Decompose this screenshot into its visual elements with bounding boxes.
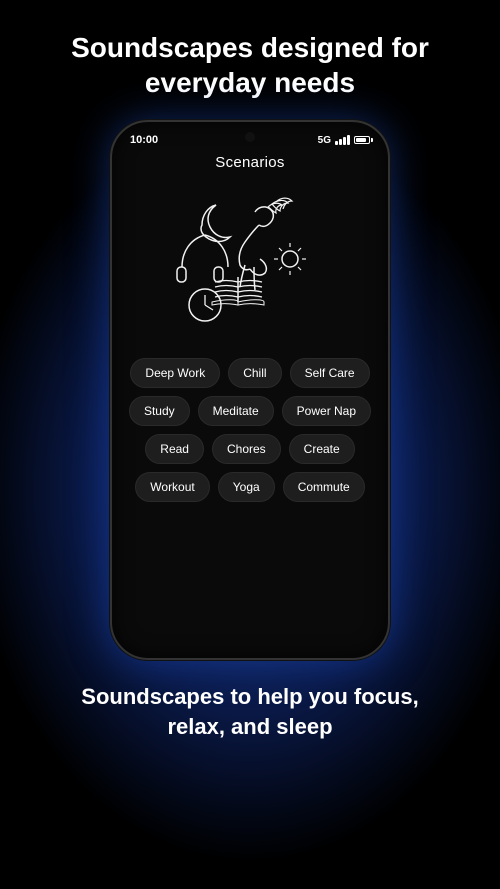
tag-read[interactable]: Read — [145, 434, 204, 464]
tags-row-3: Read Chores Create — [145, 434, 354, 464]
illustration-area — [112, 179, 388, 354]
screen-title: Scenarios — [112, 150, 388, 179]
mute-button — [110, 202, 112, 227]
tag-power-nap[interactable]: Power Nap — [282, 396, 371, 426]
time-display: 10:00 — [130, 134, 158, 146]
tags-row-2: Study Meditate Power Nap — [129, 396, 371, 426]
tag-create[interactable]: Create — [289, 434, 355, 464]
tags-row-1: Deep Work Chill Self Care — [130, 358, 369, 388]
tag-deep-work[interactable]: Deep Work — [130, 358, 220, 388]
tag-self-care[interactable]: Self Care — [290, 358, 370, 388]
signal-icon — [335, 135, 350, 145]
phone-frame: 10:00 5G Scenarios — [110, 120, 390, 660]
phone-container: 10:00 5G Scenarios — [0, 120, 500, 660]
tag-study[interactable]: Study — [129, 396, 190, 426]
tag-chill[interactable]: Chill — [228, 358, 281, 388]
tag-commute[interactable]: Commute — [283, 472, 365, 502]
tag-yoga[interactable]: Yoga — [218, 472, 275, 502]
status-bar: 10:00 5G — [112, 122, 388, 150]
scenario-illustration — [150, 187, 350, 347]
volume-up-button — [110, 237, 112, 277]
tag-workout[interactable]: Workout — [135, 472, 209, 502]
tag-meditate[interactable]: Meditate — [198, 396, 274, 426]
power-button — [388, 222, 390, 272]
volume-down-button — [110, 287, 112, 327]
footer-text: Soundscapes to help you focus, relax, an… — [0, 660, 500, 761]
status-icons: 5G — [318, 135, 370, 146]
header-title: Soundscapes designed for everyday needs — [0, 0, 500, 120]
tags-container: Deep Work Chill Self Care Study Meditate… — [112, 354, 388, 506]
tags-row-4: Workout Yoga Commute — [135, 472, 364, 502]
tag-chores[interactable]: Chores — [212, 434, 281, 464]
battery-icon — [354, 136, 370, 144]
network-label: 5G — [318, 135, 331, 146]
